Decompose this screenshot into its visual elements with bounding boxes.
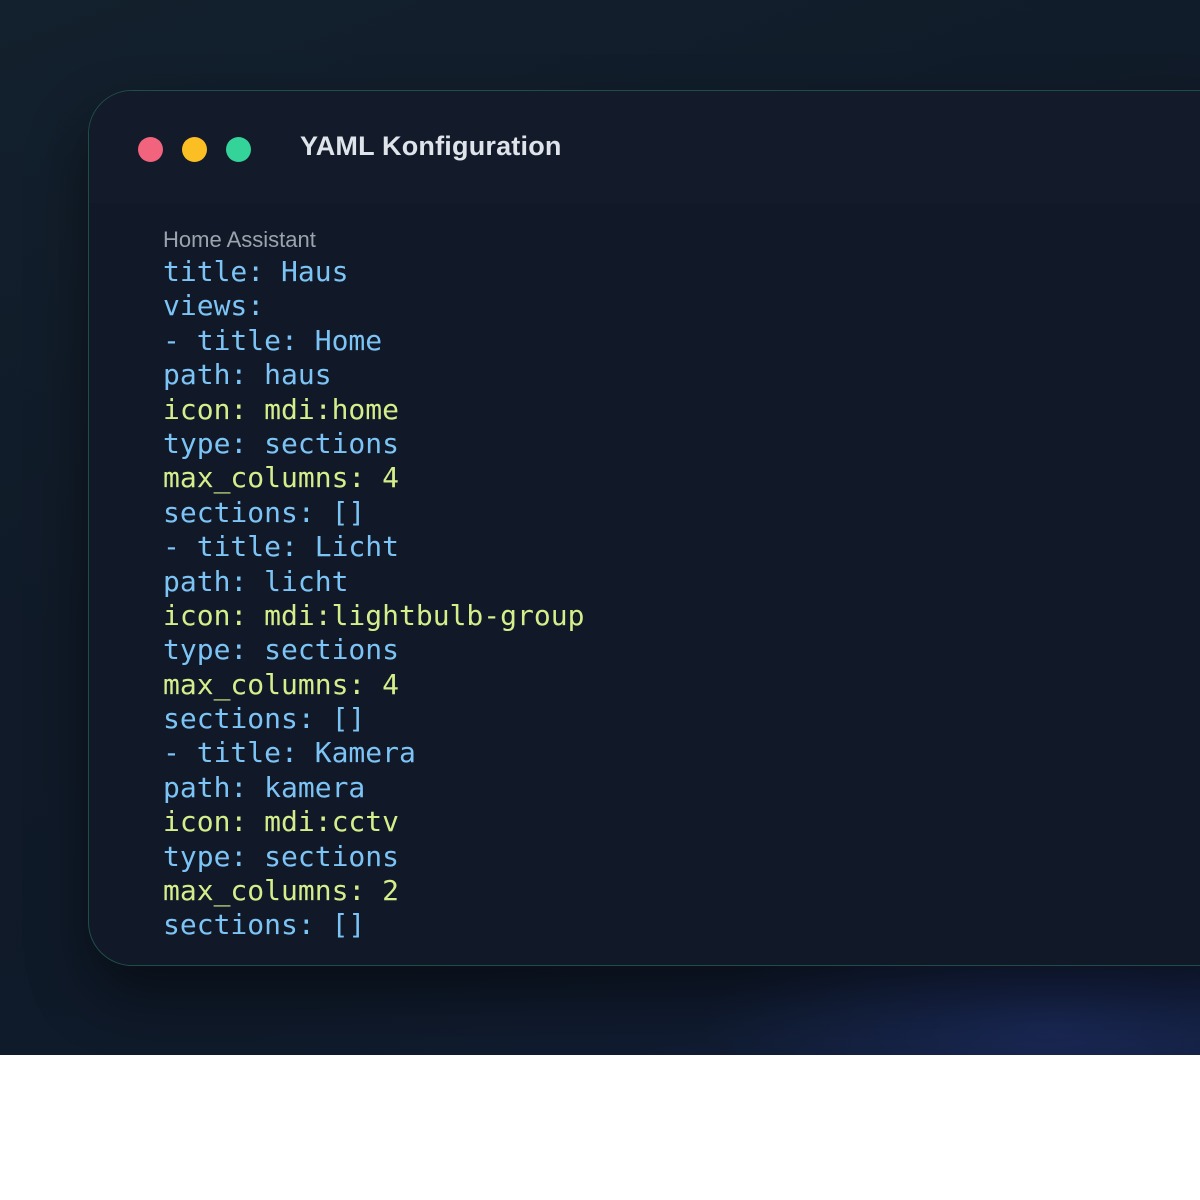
- code-line: views:: [163, 289, 265, 323]
- code-line: icon: mdi:cctv: [163, 805, 400, 839]
- close-window-button[interactable]: [138, 137, 163, 162]
- code-line: max_columns: 4: [163, 667, 400, 701]
- editor-content[interactable]: Home Assistant title: Haus views: - title:…: [163, 225, 584, 943]
- code-line: sections: []: [163, 495, 366, 529]
- code-line: - title: Kamera: [163, 736, 416, 770]
- window-titlebar[interactable]: YAML Konfiguration: [89, 91, 1200, 203]
- editor-caption: Home Assistant: [163, 227, 316, 252]
- code-line: type: sections: [163, 839, 400, 873]
- code-line: - title: Home: [163, 323, 383, 357]
- code-line: - title: Licht: [163, 530, 400, 564]
- code-line: sections: []: [163, 908, 366, 942]
- code-line: icon: mdi:lightbulb-group: [163, 598, 585, 632]
- code-line: max_columns: 4: [163, 461, 400, 495]
- code-line: path: haus: [163, 358, 332, 392]
- code-line: path: licht: [163, 564, 349, 598]
- code-line: type: sections: [163, 633, 400, 667]
- code-line: path: kamera: [163, 770, 366, 804]
- code-line: title: Haus: [163, 255, 349, 288]
- desktop-background: YAML Konfiguration Home Assistant title:…: [0, 0, 1200, 1055]
- code-line: max_columns: 2: [163, 874, 400, 908]
- code-line: sections: []: [163, 702, 366, 736]
- minimize-window-button[interactable]: [182, 137, 207, 162]
- window-title: YAML Konfiguration: [300, 131, 562, 161]
- yaml-config-window: YAML Konfiguration Home Assistant title:…: [88, 90, 1200, 966]
- code-line: icon: mdi:home: [163, 392, 400, 426]
- code-line: type: sections: [163, 426, 400, 460]
- yaml-code-block[interactable]: title: Haus views: - title: Home path: haus…: [163, 255, 584, 943]
- maximize-window-button[interactable]: [226, 137, 251, 162]
